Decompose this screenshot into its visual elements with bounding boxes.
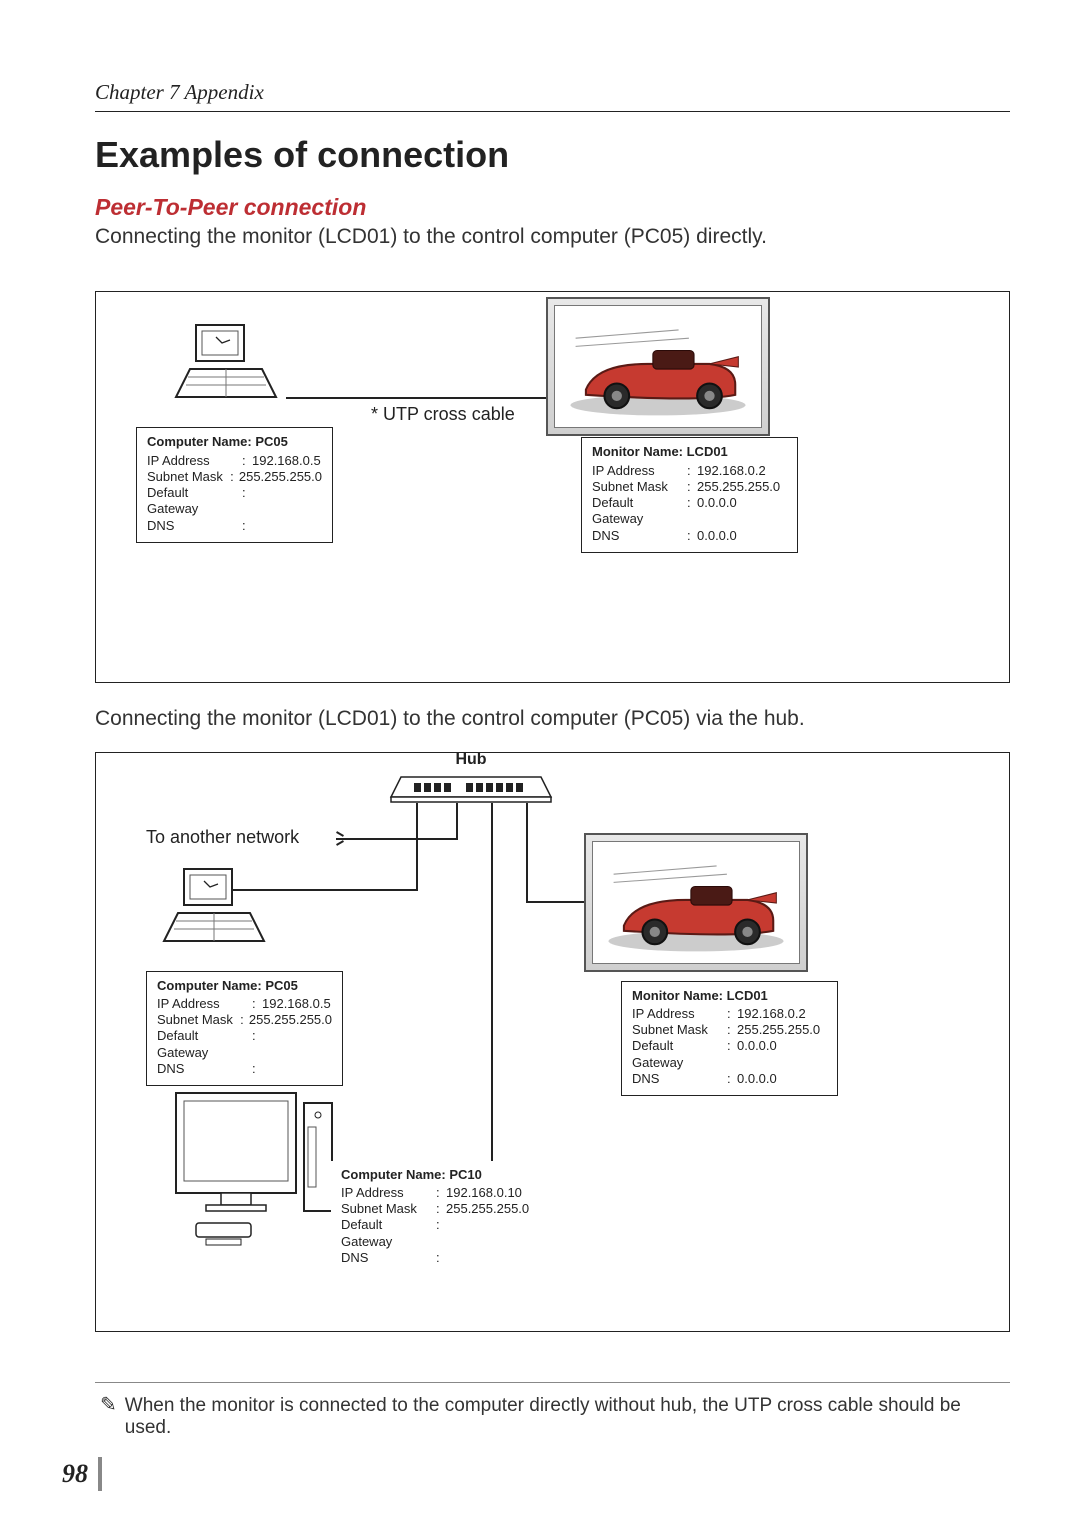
diagram-via-hub: Hub To another network [95,752,1010,1332]
chapter-header: Chapter 7 Appendix [95,80,1010,112]
netbox-lcd01: Monitor Name: LCD01 IP Address:192.168.0… [621,981,838,1097]
value-gw: 0.0.0.0 [737,1038,777,1071]
laptop-icon [166,317,286,417]
value-mask: 255.255.255.0 [249,1012,332,1028]
value-mask: 255.255.255.0 [239,469,322,485]
label-dns: DNS [147,518,242,534]
divider [95,1382,1010,1383]
value-ip: 192.168.0.2 [697,463,766,479]
label-mask: Subnet Mask [592,479,687,495]
racecar-icon [555,306,761,427]
label-dns: DNS [157,1061,252,1077]
diagram-peer-to-peer: * UTP cross cable Compute [95,291,1010,683]
value-mask: 255.255.255.0 [737,1022,820,1038]
label-ip: IP Address [147,453,242,469]
racecar-icon [593,842,799,963]
value-dns: 0.0.0.0 [697,528,737,544]
label-gw: Default Gateway [632,1038,727,1071]
value-gw: 0.0.0.0 [697,495,737,528]
desktop-pc-icon [166,1083,346,1253]
network-label: To another network [146,827,299,848]
page-number: 98 [62,1457,102,1491]
netbox-pc05: Computer Name: PC05 IP Address:192.168.0… [136,427,333,543]
label-gw: Default Gateway [147,485,242,518]
footnote: ✎ When the monitor is connected to the c… [95,1395,1010,1439]
label-dns: DNS [341,1250,436,1266]
value-mask: 255.255.255.0 [446,1201,529,1217]
page-title: Examples of connection [95,134,1010,176]
label-ip: IP Address [632,1006,727,1022]
mon-title: Monitor Name: LCD01 [632,988,827,1004]
netbox-pc10: Computer Name: PC10 IP Address:192.168.0… [331,1161,541,1275]
monitor-illustration [584,833,808,972]
value-ip: 192.168.0.5 [252,453,321,469]
monitor-illustration [546,297,770,436]
label-mask: Subnet Mask [147,469,230,485]
value-ip: 192.168.0.10 [446,1185,522,1201]
netbox-lcd01: Monitor Name: LCD01 IP Address:192.168.0… [581,437,798,553]
value-ip: 192.168.0.5 [262,996,331,1012]
note-icon: ✎ [100,1395,117,1415]
value-mask: 255.255.255.0 [697,479,780,495]
cable-label: * UTP cross cable [371,404,515,425]
label-ip: IP Address [157,996,252,1012]
section-desc-2: Connecting the monitor (LCD01) to the co… [95,705,1010,733]
label-dns: DNS [632,1071,727,1087]
pc-title: Computer Name: PC05 [147,434,322,450]
section-desc-1: Connecting the monitor (LCD01) to the co… [95,223,1010,251]
value-dns: 0.0.0.0 [737,1071,777,1087]
netbox-pc05: Computer Name: PC05 IP Address:192.168.0… [146,971,343,1087]
hub-icon [386,769,556,804]
label-ip: IP Address [341,1185,436,1201]
mon-title: Monitor Name: LCD01 [592,444,787,460]
label-mask: Subnet Mask [157,1012,240,1028]
section-heading: Peer-To-Peer connection [95,194,1010,221]
footnote-text: When the monitor is connected to the com… [125,1395,1010,1439]
label-gw: Default Gateway [592,495,687,528]
label-dns: DNS [592,528,687,544]
label-mask: Subnet Mask [341,1201,436,1217]
laptop-icon [154,861,274,961]
hub-label: Hub [441,751,501,769]
value-ip: 192.168.0.2 [737,1006,806,1022]
label-ip: IP Address [592,463,687,479]
label-mask: Subnet Mask [632,1022,727,1038]
pc2-title: Computer Name: PC10 [341,1167,531,1183]
label-gw: Default Gateway [157,1028,252,1061]
pc-title: Computer Name: PC05 [157,978,332,994]
label-gw: Default Gateway [341,1217,436,1250]
